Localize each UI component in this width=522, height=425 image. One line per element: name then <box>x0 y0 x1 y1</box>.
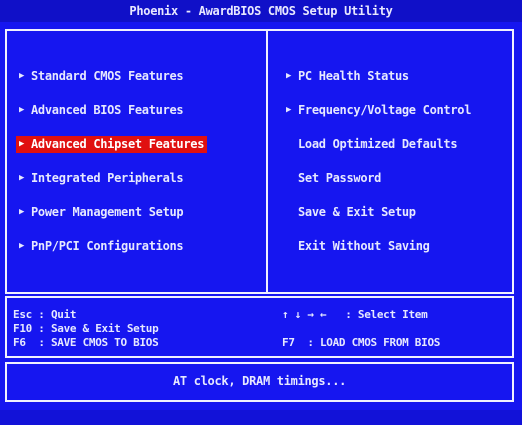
bottom-strip <box>0 410 522 425</box>
menu-item-pnp-pci-configurations[interactable]: ▶ PnP/PCI Configurations <box>16 238 186 255</box>
menu-item-advanced-chipset-features[interactable]: ▶ Advanced Chipset Features <box>16 136 208 153</box>
title-bar: Phoenix - AwardBIOS CMOS Setup Utility <box>0 0 522 22</box>
menu-item-integrated-peripherals[interactable]: ▶ Integrated Peripherals <box>16 170 186 187</box>
help-select-item: ↑ ↓ → ← : Select Item <box>282 308 428 321</box>
arrow-right-icon: ▶ <box>19 173 25 183</box>
help-esc: Esc : Quit <box>13 308 77 321</box>
arrow-keys-icon: ↑ ↓ → ← <box>282 308 327 321</box>
menu-item-advanced-bios-features[interactable]: ▶ Advanced BIOS Features <box>16 102 186 119</box>
help-f7: F7 : LOAD CMOS FROM BIOS <box>282 336 441 349</box>
menu-item-frequency-voltage-control[interactable]: ▶ Frequency/Voltage Control <box>283 102 474 119</box>
arrow-right-icon: ▶ <box>19 241 25 251</box>
menu-item-set-password[interactable]: Set Password <box>283 170 384 187</box>
bios-screen: Phoenix - AwardBIOS CMOS Setup Utility ▶… <box>0 0 522 425</box>
status-panel: AT clock, DRAM timings... <box>5 362 514 402</box>
arrow-right-icon: ▶ <box>286 71 292 81</box>
arrow-right-icon: ▶ <box>19 139 25 149</box>
status-description: AT clock, DRAM timings... <box>172 374 347 388</box>
help-f10: F10 : Save & Exit Setup <box>13 322 159 335</box>
menu-divider <box>266 29 268 294</box>
menu-item-load-optimized-defaults[interactable]: Load Optimized Defaults <box>283 136 460 153</box>
menu-item-exit-without-saving[interactable]: Exit Without Saving <box>283 238 433 255</box>
arrow-right-icon: ▶ <box>19 71 25 81</box>
arrow-right-icon: ▶ <box>286 105 292 115</box>
menu-item-save-exit-setup[interactable]: Save & Exit Setup <box>283 204 419 221</box>
menu-item-power-management-setup[interactable]: ▶ Power Management Setup <box>16 204 186 221</box>
menu-item-pc-health-status[interactable]: ▶ PC Health Status <box>283 68 412 85</box>
help-f6: F6 : SAVE CMOS TO BIOS <box>13 336 159 349</box>
arrow-right-icon: ▶ <box>19 105 25 115</box>
menu-item-standard-cmos-features[interactable]: ▶ Standard CMOS Features <box>16 68 186 85</box>
arrow-right-icon: ▶ <box>19 207 25 217</box>
